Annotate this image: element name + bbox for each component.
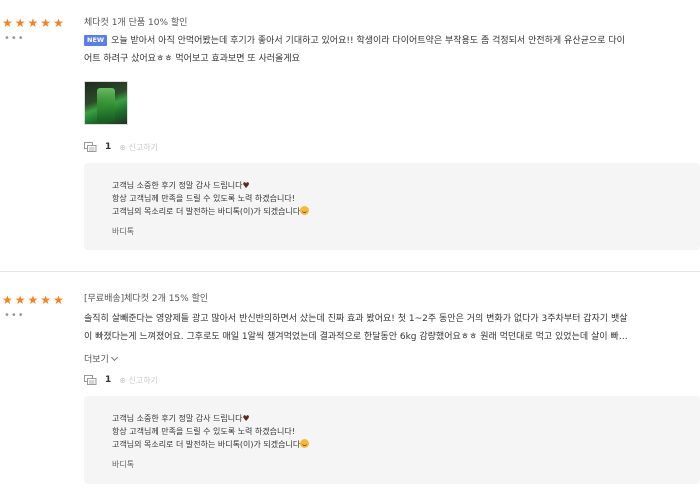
- star-rating: ★ ★ ★ ★ ★: [2, 294, 72, 306]
- star-icon: ★: [40, 16, 52, 30]
- star-icon: ★: [27, 16, 39, 30]
- review-text: 솔직히 살빼준다는 영양제들 광고 많아서 반신반의하면서 샀는데 진짜 효과 …: [84, 310, 684, 346]
- heart-icon: ♥: [242, 414, 250, 423]
- comment-icon[interactable]: [84, 141, 97, 153]
- review-text-line: 어트 하려구 샀어요ㅎㅎ 먹어보고 효과보면 또 사러올게요: [84, 54, 300, 64]
- star-icon: ★: [2, 293, 13, 307]
- star-icon: ★: [27, 293, 39, 307]
- star-icon: ★: [53, 16, 64, 30]
- star-rating: ★ ★ ★ ★ ★: [2, 17, 72, 29]
- review-item: ★ ★ ★ ★ ★ ••• [무료배송]체다컷 2개 15% 할인 솔직히 살빼…: [0, 271, 700, 500]
- review-text-line: 이 빠졌다는게 느껴졌어요. 그후로도 매일 1알씩 챙겨먹었는데 결과적으로 …: [84, 332, 628, 342]
- star-icon: ★: [14, 293, 26, 307]
- smile-emoji-icon: [300, 439, 310, 448]
- reply-line: 항상 고객님께 만족을 드릴 수 있도록 노력 하겠습니다!: [112, 194, 295, 203]
- star-icon: ★: [2, 16, 13, 30]
- more-options-icon[interactable]: •••: [4, 311, 72, 321]
- heart-icon: ♥: [242, 181, 250, 190]
- comment-count: 1: [105, 142, 112, 152]
- review-photo-thumbnail[interactable]: [84, 81, 128, 125]
- reply-author: 바디톡: [112, 227, 135, 236]
- read-more-label: 더보기: [84, 355, 109, 365]
- reply-text: 고객님의 목소리로 더 발전하는 바디톡(이)가 되겠습니다: [112, 207, 301, 216]
- smile-emoji-icon: [300, 206, 310, 215]
- reply-line: 고객님 소중한 후기 정말 감사 드립니다♥: [112, 179, 700, 192]
- reply-line: 고객님의 목소리로 더 발전하는 바디톡(이)가 되겠습니다: [112, 438, 700, 451]
- chevron-down-icon: [110, 353, 118, 361]
- review-rating: ★ ★ ★ ★ ★ •••: [2, 17, 72, 44]
- purchased-option: [무료배송]체다컷 2개 15% 할인: [84, 294, 209, 304]
- purchased-option: 체다컷 1개 단품 10% 할인: [84, 18, 188, 28]
- report-button[interactable]: ⊕ 신고하기: [119, 375, 158, 386]
- review-text-line: 오늘 받아서 아직 안먹어봤는데 후기가 좋아서 기대하고 있어요!! 학생이라…: [111, 36, 625, 46]
- review-text: NEW 오늘 받아서 아직 안먹어봤는데 후기가 좋아서 기대하고 있어요!! 학…: [84, 32, 684, 68]
- reply-text: 고객님의 목소리로 더 발전하는 바디톡(이)가 되겠습니다: [112, 440, 301, 449]
- reply-author: 바디톡: [112, 460, 135, 469]
- review-content: [무료배송]체다컷 2개 15% 할인 솔직히 살빼준다는 영양제들 광고 많아…: [84, 293, 684, 365]
- review-rating: ★ ★ ★ ★ ★ •••: [2, 294, 72, 321]
- read-more-link[interactable]: 더보기: [84, 352, 684, 365]
- more-options-icon[interactable]: •••: [4, 34, 72, 44]
- star-icon: ★: [53, 293, 64, 307]
- star-icon: ★: [40, 293, 52, 307]
- review-meta: 1 ⊕ 신고하기: [84, 140, 158, 154]
- reply-text: 고객님 소중한 후기 정말 감사 드립니다: [112, 414, 243, 423]
- review-item: ★ ★ ★ ★ ★ ••• 체다컷 1개 단품 10% 할인 NEW 오늘 받아서…: [0, 0, 700, 271]
- reply-line: 고객님의 목소리로 더 발전하는 바디톡(이)가 되겠습니다: [112, 205, 700, 218]
- reply-line: 고객님 소중한 후기 정말 감사 드립니다♥: [112, 412, 700, 425]
- reply-text: 고객님 소중한 후기 정말 감사 드립니다: [112, 181, 243, 190]
- review-content: 체다컷 1개 단품 10% 할인 NEW 오늘 받아서 아직 안먹어봤는데 후기가…: [84, 17, 684, 68]
- seller-reply: 고객님 소중한 후기 정말 감사 드립니다♥ 항상 고객님께 만족을 드릴 수 …: [84, 163, 700, 250]
- review-meta: 1 ⊕ 신고하기: [84, 373, 158, 387]
- comment-icon[interactable]: [84, 374, 97, 386]
- reply-line: 항상 고객님께 만족을 드릴 수 있도록 노력 하겠습니다!: [112, 427, 295, 436]
- new-badge: NEW: [84, 35, 108, 46]
- seller-reply: 고객님 소중한 후기 정말 감사 드립니다♥ 항상 고객님께 만족을 드릴 수 …: [84, 396, 700, 484]
- report-button[interactable]: ⊕ 신고하기: [119, 142, 158, 153]
- star-icon: ★: [14, 16, 26, 30]
- comment-count: 1: [105, 375, 112, 385]
- review-text-line: 솔직히 살빼준다는 영양제들 광고 많아서 반신반의하면서 샀는데 진짜 효과 …: [84, 314, 628, 324]
